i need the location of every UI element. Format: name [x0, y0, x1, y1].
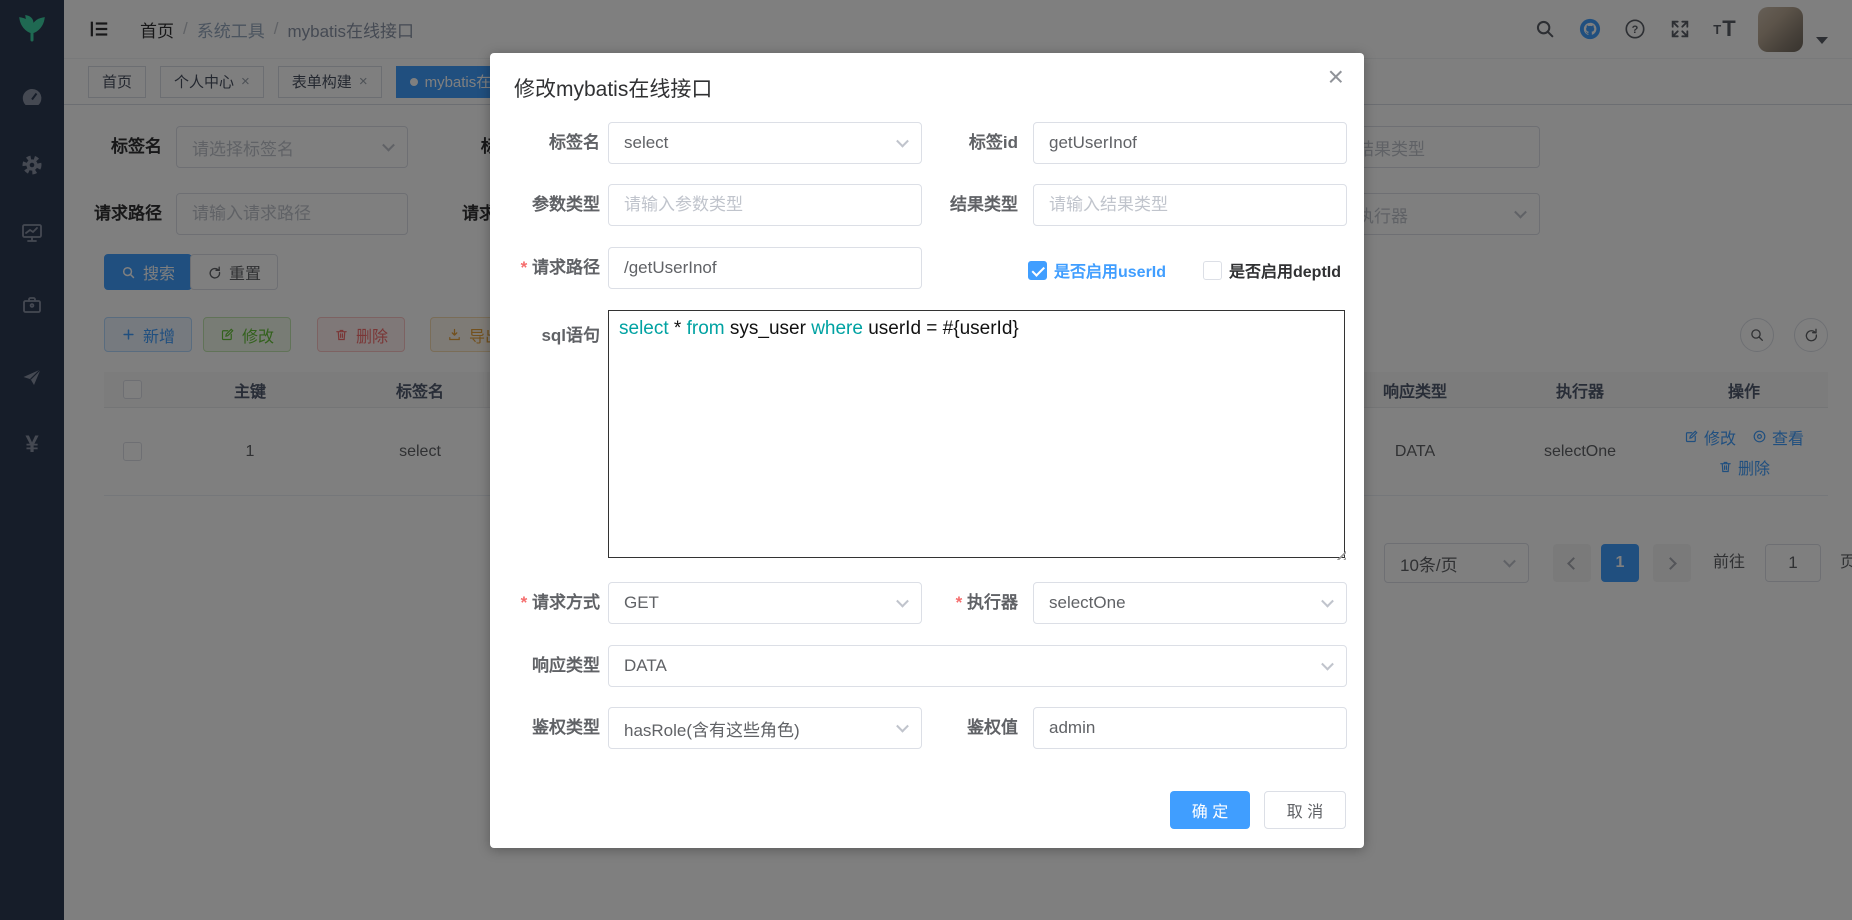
param-type-label: 参数类型	[490, 184, 600, 226]
sql-editor[interactable]: select * from sys_user where userId = #{…	[608, 310, 1345, 558]
tag-id-input[interactable]	[1033, 122, 1347, 164]
auth-value-input[interactable]	[1033, 707, 1347, 749]
result-type-input[interactable]	[1033, 184, 1347, 226]
edit-mybatis-dialog: 修改mybatis在线接口 标签名 select 标签id 参数类型 结果类型 …	[490, 53, 1364, 848]
confirm-button[interactable]: 确 定	[1170, 791, 1250, 829]
result-type-label: 结果类型	[930, 184, 1018, 226]
auth-value-input-field[interactable]	[1049, 718, 1331, 738]
deptid-checkbox-group[interactable]: 是否启用deptId	[1203, 258, 1341, 282]
auth-type-label: 鉴权类型	[490, 707, 600, 749]
chevron-down-icon	[896, 135, 909, 148]
method-select[interactable]: GET	[608, 582, 922, 624]
tag-name-label: 标签名	[490, 122, 600, 164]
response-type-select[interactable]: DATA	[608, 645, 1347, 687]
chevron-down-icon	[1321, 595, 1334, 608]
chevron-down-icon	[896, 720, 909, 733]
deptid-checkbox[interactable]	[1203, 261, 1222, 280]
auth-value-label: 鉴权值	[930, 707, 1018, 749]
result-type-input-field[interactable]	[1049, 195, 1331, 215]
executor-select[interactable]: selectOne	[1033, 582, 1347, 624]
tag-id-label: 标签id	[930, 122, 1018, 164]
sql-label: sql语句	[490, 315, 600, 357]
userid-checkbox[interactable]	[1028, 261, 1047, 280]
path-input-field[interactable]	[624, 258, 906, 278]
response-type-label: 响应类型	[490, 645, 600, 687]
executor-label: 执行器	[930, 582, 1018, 624]
tag-id-input-field[interactable]	[1049, 133, 1331, 153]
userid-checkbox-group[interactable]: 是否启用userId	[1028, 258, 1166, 282]
path-label: 请求路径	[490, 247, 600, 289]
app-root: ¥ 首页 系统工具 mybatis在线接口 ? TT	[0, 0, 1852, 920]
method-label: 请求方式	[490, 582, 600, 624]
tag-name-select[interactable]: select	[608, 122, 922, 164]
param-type-input[interactable]	[608, 184, 922, 226]
close-icon[interactable]	[1328, 63, 1344, 91]
cancel-button[interactable]: 取 消	[1264, 791, 1346, 829]
userid-checkbox-label: 是否启用userId	[1054, 258, 1166, 282]
path-input[interactable]	[608, 247, 922, 289]
deptid-checkbox-label: 是否启用deptId	[1229, 258, 1341, 282]
dialog-title: 修改mybatis在线接口	[514, 73, 712, 103]
auth-type-select[interactable]: hasRole(含有这些角色)	[608, 707, 922, 749]
chevron-down-icon	[1321, 658, 1334, 671]
param-type-input-field[interactable]	[624, 195, 906, 215]
chevron-down-icon	[896, 595, 909, 608]
